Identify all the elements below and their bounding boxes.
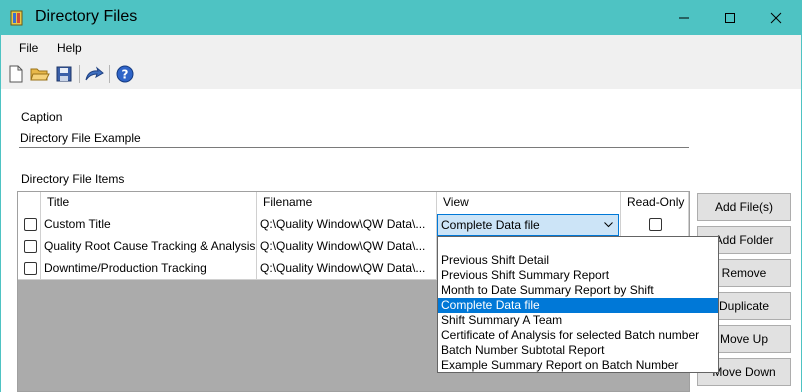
minimize-icon [679,17,689,19]
header-select [18,192,41,213]
grid-header: Title Filename View Read-Only [18,192,689,214]
header-title[interactable]: Title [41,192,257,213]
view-option[interactable] [438,239,718,254]
close-icon [770,12,782,24]
caption-label: Caption [21,110,63,124]
minimize-button[interactable] [661,1,707,35]
cell-filename[interactable]: Q:\Quality Window\QW Data\... [257,257,437,279]
svg-text:?: ? [122,68,129,82]
row-select-checkbox[interactable] [24,262,37,275]
add-files-button[interactable]: Add File(s) [697,193,791,221]
menu-bar: File Help [1,38,801,58]
toolbar: ? [1,61,801,87]
help-icon: ? [116,65,134,83]
export-button[interactable] [84,64,104,84]
chevron-down-icon [604,222,613,228]
new-file-icon [9,65,23,83]
view-option[interactable]: Batch Number Subtotal Report [438,343,718,358]
menu-file[interactable]: File [19,41,38,55]
header-filename[interactable]: Filename [257,192,437,213]
header-view[interactable]: View [437,192,621,213]
app-icon [10,10,23,26]
caption-input[interactable] [19,128,689,148]
cell-filename[interactable]: Q:\Quality Window\QW Data\... [257,213,437,235]
read-only-checkbox[interactable] [649,218,662,231]
view-option[interactable]: Shift Summary A Team [438,313,718,328]
open-folder-icon [30,68,50,81]
directory-items-label: Directory File Items [21,172,125,186]
menu-help[interactable]: Help [57,41,82,55]
window-title: Directory Files [35,8,138,25]
close-button[interactable] [753,1,799,35]
cell-filename[interactable]: Q:\Quality Window\QW Data\... [257,235,437,257]
view-option[interactable]: Certificate of Analysis for selected Bat… [438,328,718,343]
directory-files-window: Directory Files File Help ? Caption Dire… [0,0,802,392]
export-icon [85,66,104,81]
open-button[interactable] [30,64,50,84]
view-select[interactable]: Complete Data file [437,214,619,236]
view-option[interactable]: Example Summary Report on Batch Number [438,358,718,373]
view-option[interactable]: Previous Shift Summary Report [438,268,718,283]
header-read-only[interactable]: Read-Only [621,192,689,213]
view-select-value: Complete Data file [441,218,540,232]
cell-title[interactable]: Downtime/Production Tracking [41,257,257,279]
view-option[interactable]: Month to Date Summary Report by Shift [438,283,718,298]
row-select-checkbox[interactable] [24,240,37,253]
new-button[interactable] [6,64,26,84]
view-dropdown-list: Previous Shift Detail Previous Shift Sum… [437,236,719,373]
view-option-selected[interactable]: Complete Data file [438,298,718,313]
title-bar[interactable]: Directory Files [1,1,801,35]
help-button[interactable]: ? [115,64,135,84]
maximize-icon [725,13,735,23]
cell-title[interactable]: Custom Title [41,213,257,235]
view-option[interactable]: Previous Shift Detail [438,253,718,268]
save-icon [56,66,72,82]
cell-title[interactable]: Quality Root Cause Tracking & Analysis [41,235,257,257]
row-select-checkbox[interactable] [24,218,37,231]
maximize-button[interactable] [707,1,753,35]
save-button[interactable] [54,64,74,84]
